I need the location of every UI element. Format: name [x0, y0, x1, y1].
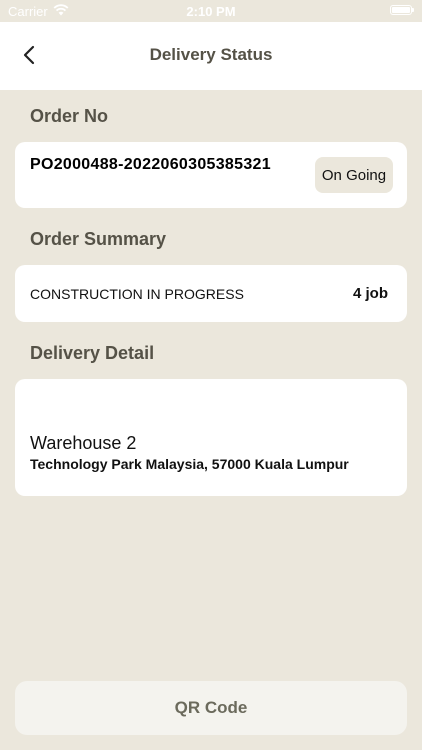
order-card: PO2000488-2022060305385321 On Going	[15, 142, 407, 208]
order-summary-card: CONSTRUCTION IN PROGRESS 4 job	[15, 265, 407, 322]
status-badge: On Going	[315, 157, 393, 193]
warehouse-name: Warehouse 2	[30, 433, 137, 453]
summary-value: 4 job	[352, 285, 388, 302]
page-title: Delivery Status	[149, 45, 273, 64]
order-number: PO2000488-2022060305385321	[30, 156, 271, 173]
qr-code-button[interactable]: QR Code	[15, 681, 407, 735]
order-summary-heading: Order Summary	[30, 229, 167, 249]
warehouse-address: Technology Park Malaysia, 57000 Kuala Lu…	[30, 456, 349, 472]
status-bar: Carrier 2:10 PM	[0, 0, 422, 22]
summary-label: CONSTRUCTION IN PROGRESS	[30, 286, 244, 302]
navigation-bar: Delivery Status	[0, 22, 422, 90]
status-time: 2:10 PM	[186, 4, 236, 19]
delivery-detail-heading: Delivery Detail	[30, 343, 155, 363]
order-no-heading: Order No	[30, 106, 109, 126]
delivery-detail-card: Warehouse 2 Technology Park Malaysia, 57…	[15, 379, 407, 496]
battery-icon	[390, 5, 414, 15]
